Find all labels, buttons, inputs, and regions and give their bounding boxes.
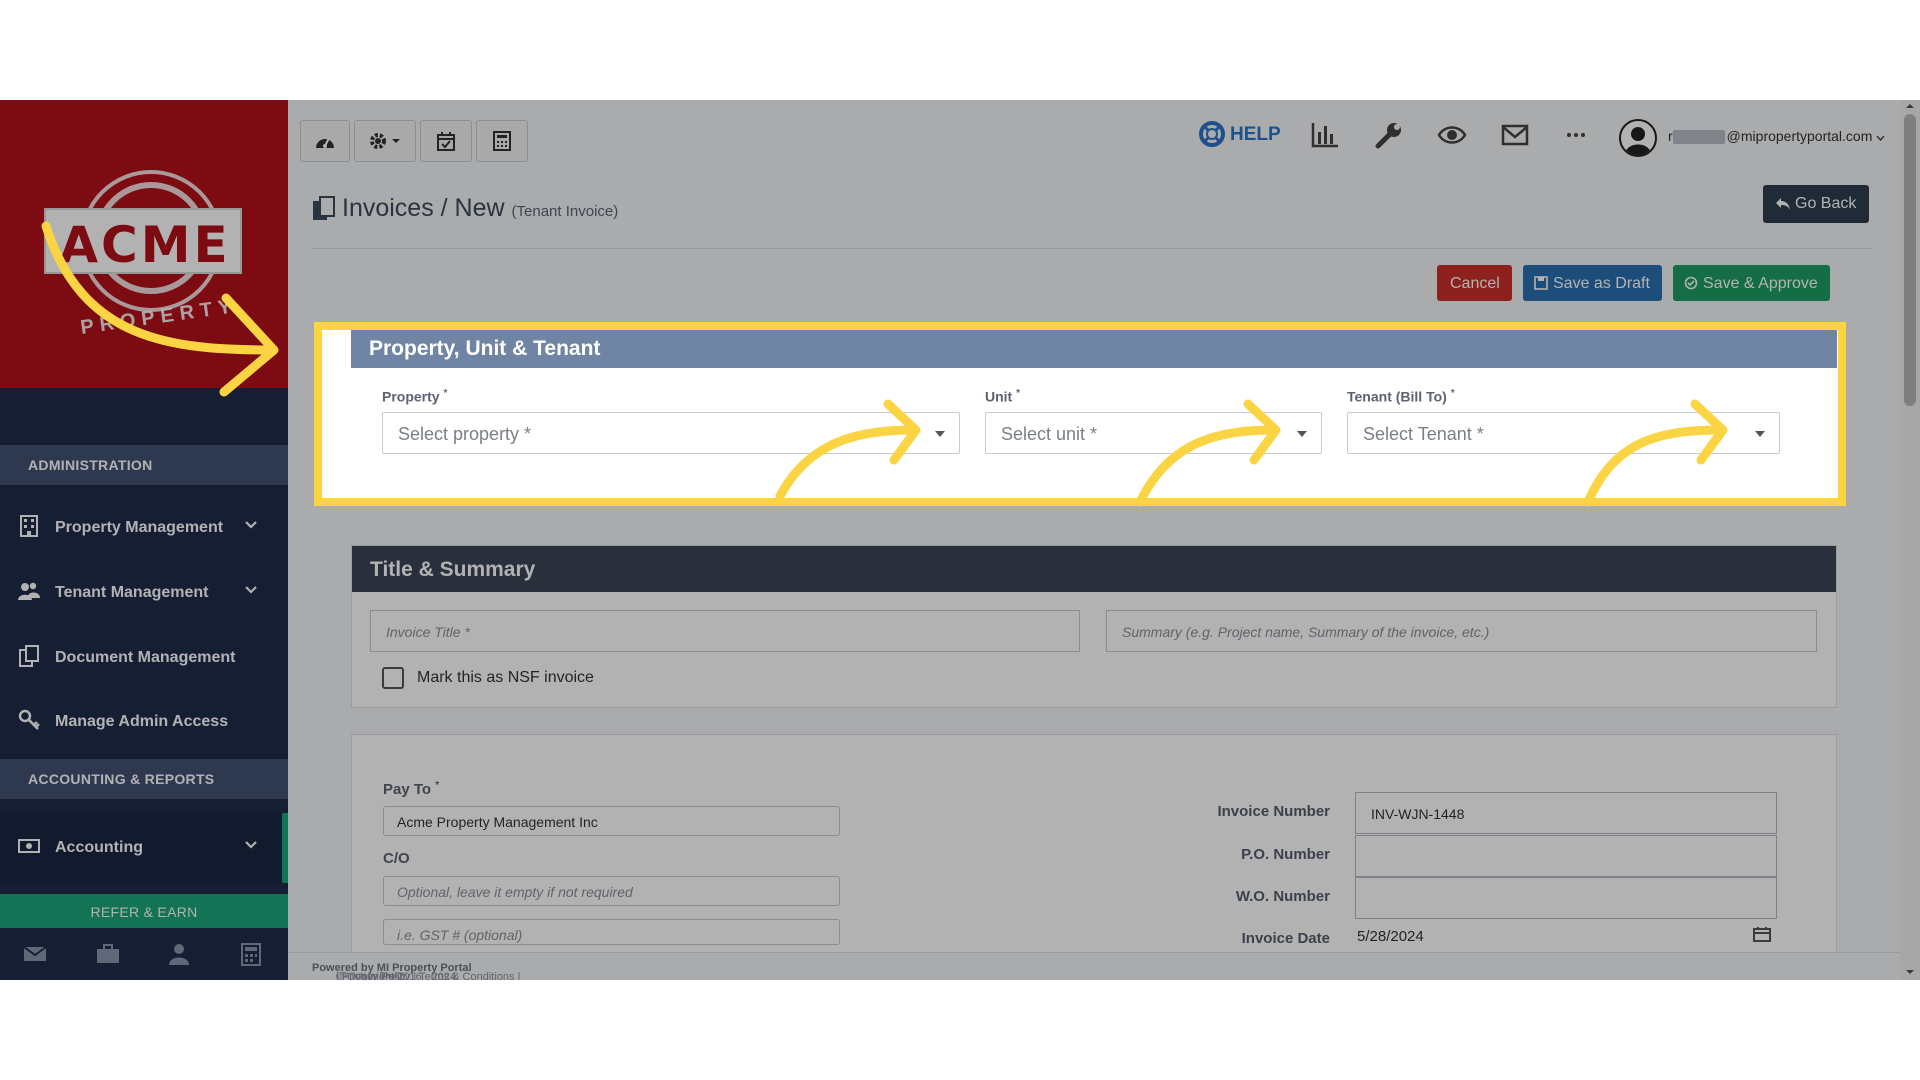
scroll-thumb[interactable] [1904, 114, 1916, 406]
screen: ACME PROPERTY ADMINISTRATION Property Ma… [0, 0, 1920, 1080]
tutorial-arrows [41, 221, 1728, 507]
scroll-up-arrow-icon[interactable] [1900, 100, 1920, 112]
arrow-to-tenant-dropdown [1583, 425, 1727, 507]
arrow-to-unit-dropdown [1135, 425, 1280, 507]
app-window: ACME PROPERTY ADMINISTRATION Property Ma… [0, 100, 1920, 980]
vertical-scrollbar[interactable] [1900, 100, 1920, 980]
arrow-to-card [41, 221, 277, 355]
scroll-down-arrow-icon[interactable] [1900, 966, 1920, 978]
